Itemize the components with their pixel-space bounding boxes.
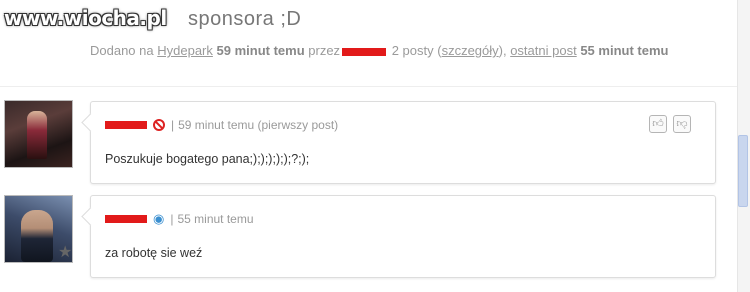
eye-icon: ◉ [153, 211, 165, 226]
post-header: | 59 minut temu (pierwszy post) [105, 118, 338, 132]
posts-count: 2 posty [391, 43, 434, 58]
scrollbar-thumb[interactable] [738, 135, 748, 207]
post-header: ◉ | 55 minut temu [105, 212, 254, 226]
vote-buttons: 👍︎ 👎︎ [649, 115, 691, 133]
last-post-time: 55 minut temu [580, 43, 669, 58]
thumb-up-icon[interactable]: 👍︎ [649, 115, 667, 133]
author-redaction [342, 47, 387, 56]
post-card: ◉ | 55 minut temu za robotę sie weź [81, 195, 716, 278]
last-post-link[interactable]: ostatni post [510, 43, 577, 58]
post-time: 59 minut temu (pierwszy post) [178, 118, 339, 132]
star-icon: ★ [58, 244, 73, 261]
thread-time: 59 minut temu [216, 43, 305, 58]
scrollbar[interactable] [737, 0, 750, 292]
avatar[interactable] [4, 100, 73, 168]
details-link[interactable]: szczegóły [442, 43, 499, 58]
post-card: | 59 minut temu (pierwszy post) 👍︎ 👎︎ Po… [81, 101, 716, 184]
post-body: za robotę sie weź [105, 246, 203, 260]
username-redaction [105, 215, 147, 223]
thread-title: sponsora ;D [188, 8, 302, 30]
thread-page: www.wiocha.pl sponsora ;D Dodano na Hyde… [0, 0, 738, 292]
post-body: Poszukuje bogatego pana;);););););?;); [105, 152, 310, 166]
card-pointer [81, 113, 100, 132]
card-pointer [81, 207, 100, 226]
board-link[interactable]: Hydepark [157, 43, 213, 58]
post-time: 55 minut temu [177, 212, 254, 226]
username-redaction [105, 121, 147, 129]
thumb-down-icon[interactable]: 👎︎ [673, 115, 691, 133]
ban-icon [153, 119, 165, 131]
divider [0, 86, 738, 87]
thread-meta: Dodano na Hydepark 59 minut temu przez 2… [90, 43, 669, 58]
watermark-logo: www.wiocha.pl [4, 6, 167, 30]
